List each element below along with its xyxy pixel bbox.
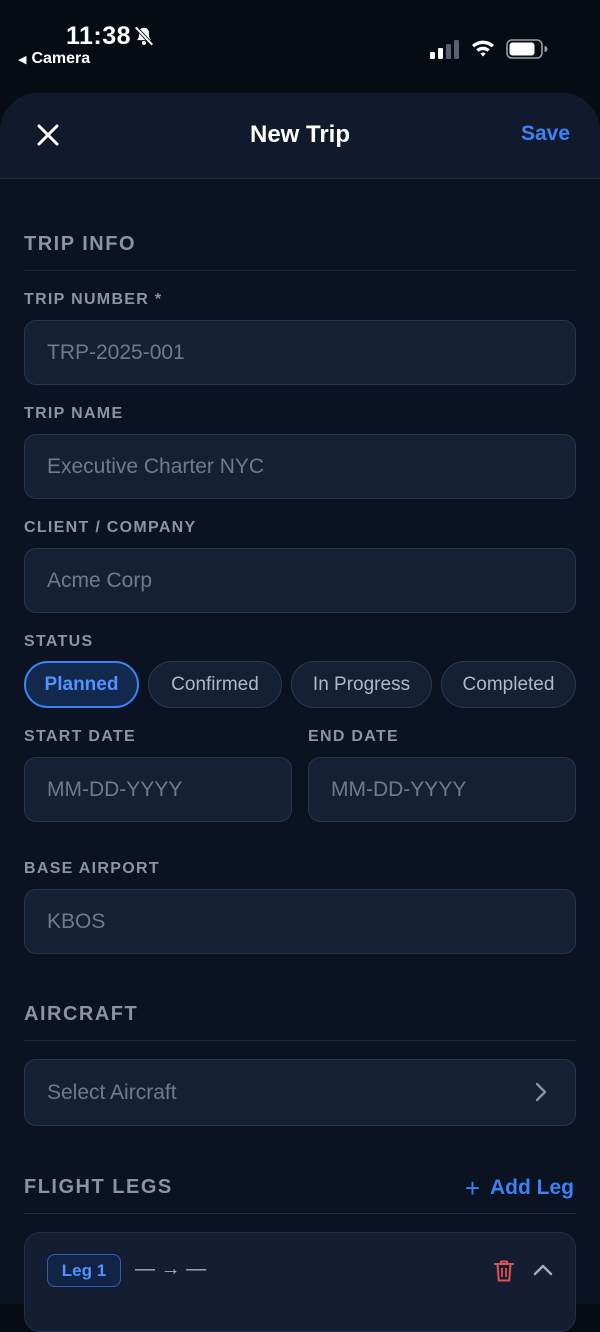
select-aircraft-button[interactable]: Select Aircraft — [24, 1059, 576, 1126]
end-date-input[interactable]: MM-DD-YYYY — [308, 757, 576, 822]
base-airport-input[interactable]: KBOS — [24, 889, 576, 954]
bell-slash-icon — [134, 26, 154, 46]
client-company-input[interactable]: Acme Corp — [24, 548, 576, 613]
section-header-aircraft: AIRCRAFT — [24, 1003, 576, 1041]
plus-icon: + — [464, 1173, 480, 1203]
start-date-input[interactable]: MM-DD-YYYY — [24, 757, 292, 822]
select-aircraft-placeholder: Select Aircraft — [47, 1080, 177, 1104]
status-label: STATUS — [24, 633, 94, 650]
trash-icon[interactable] — [493, 1259, 515, 1283]
add-leg-button[interactable]: + Add Leg — [465, 1175, 574, 1201]
status-chip-in-progress[interactable]: In Progress — [291, 661, 432, 708]
status-time: 11:38 — [66, 22, 132, 50]
chevron-up-icon[interactable] — [533, 1263, 553, 1277]
trip-name-label: TRIP NAME — [24, 405, 124, 422]
back-app-label: Camera — [31, 50, 91, 67]
save-button[interactable]: Save — [521, 122, 570, 146]
leg-route: — → — — [135, 1258, 207, 1280]
page-title: New Trip — [249, 121, 351, 148]
battery-icon — [506, 39, 548, 59]
base-airport-placeholder: KBOS — [47, 909, 106, 933]
status-chip-completed[interactable]: Completed — [441, 661, 576, 708]
flight-leg-card[interactable]: Leg 1 — → — — [24, 1232, 576, 1332]
trip-number-input[interactable]: TRP-2025-001 — [24, 320, 576, 385]
end-date-placeholder: MM-DD-YYYY — [331, 777, 467, 801]
back-triangle-icon: ◀ — [18, 54, 27, 66]
start-date-placeholder: MM-DD-YYYY — [47, 777, 183, 801]
status-bar: 11:38 ◀ Camera — [0, 0, 600, 90]
trip-number-placeholder: TRP-2025-001 — [47, 340, 185, 364]
end-date-label: END DATE — [308, 728, 399, 745]
start-date-label: START DATE — [24, 728, 136, 745]
status-chip-planned[interactable]: Planned — [24, 661, 139, 708]
status-chip-group: Planned Confirmed In Progress Completed — [24, 661, 576, 708]
leg-badge: Leg 1 — [47, 1254, 121, 1287]
base-airport-label: BASE AIRPORT — [24, 860, 160, 877]
trip-name-input[interactable]: Executive Charter NYC — [24, 434, 576, 499]
back-to-app-link[interactable]: ◀ Camera — [18, 50, 90, 68]
wifi-icon — [472, 40, 494, 57]
trip-name-placeholder: Executive Charter NYC — [47, 454, 265, 478]
trip-number-label: TRIP NUMBER * — [24, 291, 163, 308]
cellular-signal-icon — [430, 40, 459, 59]
navigation-bar: New Trip Save — [0, 93, 600, 179]
chevron-right-icon — [535, 1082, 547, 1102]
client-company-placeholder: Acme Corp — [47, 568, 153, 592]
section-header-trip-info: TRIP INFO — [24, 233, 576, 271]
add-leg-label: Add Leg — [490, 1176, 574, 1199]
status-chip-confirmed[interactable]: Confirmed — [148, 661, 282, 708]
client-company-label: CLIENT / COMPANY — [24, 519, 197, 536]
